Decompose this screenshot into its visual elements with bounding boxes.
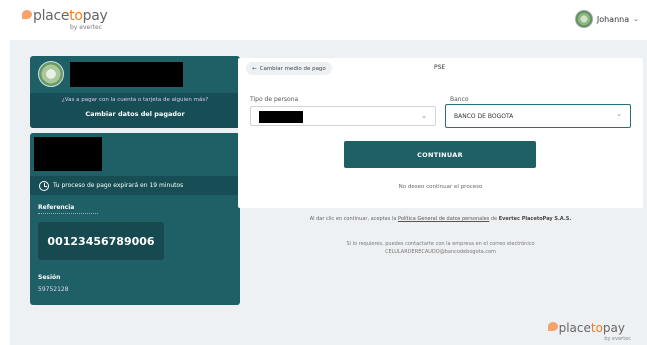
cancel-process-link[interactable]: No deseo continuar el proceso	[238, 184, 643, 190]
footer-logo: placetopay	[547, 321, 625, 335]
reference-value: 00123456789006	[38, 222, 164, 260]
chevron-down-icon: ⌄	[633, 15, 639, 23]
legal-pre: Al dar clic en continuar, aceptas la	[309, 216, 397, 222]
banco-label: Banco	[450, 96, 469, 103]
continue-button[interactable]: CONTINUAR	[344, 141, 536, 168]
user-name: Johanna	[596, 14, 630, 24]
user-menu[interactable]: Johanna ⌄	[574, 10, 639, 28]
logo-subtitle: by evertec	[70, 24, 103, 31]
redacted-tipo-value	[259, 111, 303, 123]
logo-mark-icon	[547, 322, 558, 331]
tipo-persona-select[interactable]: ⌄	[250, 106, 436, 126]
change-method-label: Cambiar medio de pago	[259, 65, 326, 72]
reference-divider	[38, 213, 98, 214]
payer-avatar	[38, 61, 64, 87]
contact-email[interactable]: CELULARDERECAUDO@bancodebogota.com	[238, 248, 643, 256]
footer-logo-subtitle: by evertec	[604, 336, 631, 342]
payment-method-title: PSE	[434, 64, 446, 71]
privacy-policy-link[interactable]: Política General de datos personales	[398, 216, 489, 222]
redacted-payer-name	[70, 62, 183, 87]
contact-line: Si lo requieres, puedes contactarte con …	[346, 241, 535, 247]
expire-banner: Tu proceso de pago expirará en 19 minuto…	[30, 176, 240, 195]
payer-question: ¿Vas a pagar con la cuenta o tarjeta de …	[61, 97, 209, 103]
session-label: Sesión	[38, 274, 61, 281]
clock-icon	[39, 180, 49, 191]
chevron-down-icon: ⌄	[616, 110, 622, 118]
payment-form: ← Cambiar medio de pago PSE Tipo de pers…	[238, 58, 643, 208]
tipo-persona-label: Tipo de persona	[250, 96, 299, 103]
top-bar: placetopay by evertec Johanna ⌄	[0, 0, 647, 38]
redacted-merchant	[34, 137, 102, 171]
payment-info-card: Tu proceso de pago expirará en 19 minuto…	[30, 133, 240, 305]
expire-text: Tu proceso de pago expirará en 19 minuto…	[53, 182, 184, 189]
change-method-button[interactable]: ← Cambiar medio de pago	[246, 62, 332, 75]
banco-value: BANCO DE BOGOTA	[454, 112, 514, 120]
change-payer-link[interactable]: Cambiar datos del pagador	[30, 110, 240, 118]
legal-notice: Al dar clic en continuar, aceptas la Pol…	[238, 216, 643, 224]
arrow-left-icon: ←	[252, 65, 257, 72]
reference-label: Referencia	[38, 204, 75, 211]
placetopay-logo: placetopay	[22, 8, 108, 24]
chevron-down-icon: ⌄	[421, 112, 427, 120]
session-value: 59752128	[38, 286, 69, 293]
banco-select[interactable]: BANCO DE BOGOTA ⌄	[445, 104, 631, 128]
payer-card: ¿Vas a pagar con la cuenta o tarjeta de …	[30, 56, 240, 128]
legal-company: Evertec PlacetoPay S.A.S.	[498, 216, 572, 222]
avatar	[574, 10, 593, 28]
legal-mid: de	[490, 216, 498, 222]
main-content: ¿Vas a pagar con la cuenta o tarjeta de …	[10, 40, 647, 345]
logo-mark-icon	[22, 10, 32, 19]
contact-notice: Si lo requieres, puedes contactarte con …	[238, 240, 643, 256]
